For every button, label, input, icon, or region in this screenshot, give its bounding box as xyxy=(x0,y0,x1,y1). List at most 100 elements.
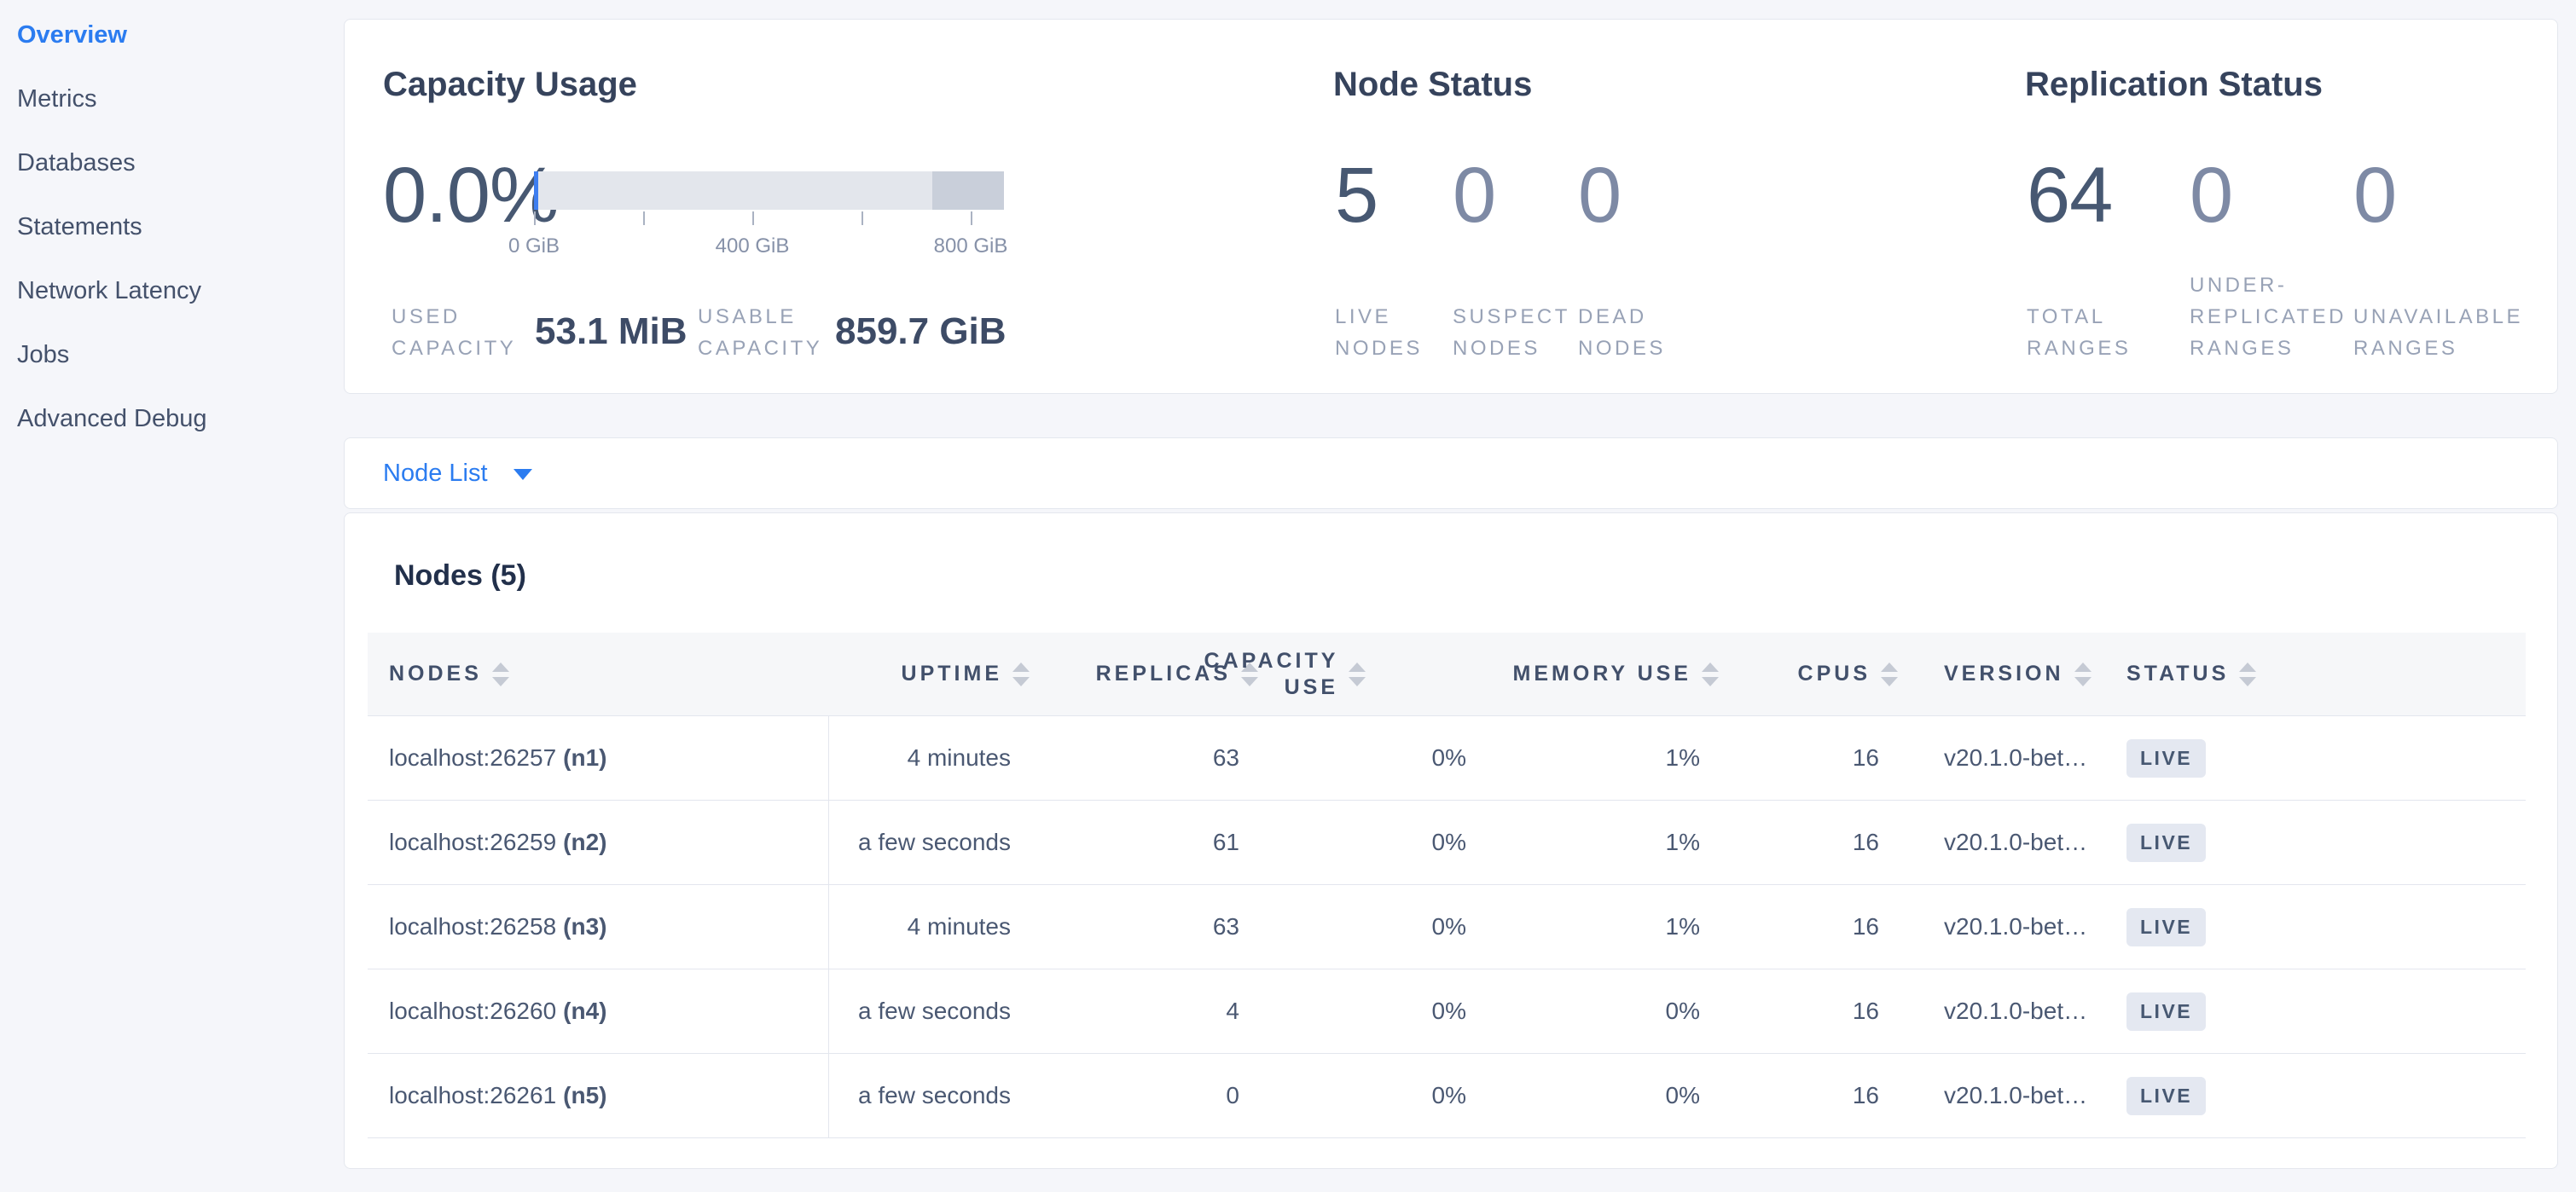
unavailable-ranges-count: 0 xyxy=(2353,156,2396,234)
live-nodes-label: LIVE NODES xyxy=(1335,301,1446,364)
sort-icon xyxy=(492,663,509,686)
capacity-gauge-reserved-segment xyxy=(932,171,1004,210)
gauge-tick xyxy=(534,211,536,225)
under-replicated-ranges-count: 0 xyxy=(2190,156,2232,234)
uptime-cell: a few seconds xyxy=(829,969,1036,1053)
cpus-cell: 16 xyxy=(1726,1054,1905,1137)
uptime-cell: 4 minutes xyxy=(829,885,1036,969)
column-header-nodes[interactable]: NODES xyxy=(368,661,829,687)
chevron-down-icon xyxy=(513,469,532,480)
table-row[interactable]: localhost:26257(n1) 4 minutes 63 0% 1% 1… xyxy=(368,716,2526,801)
cluster-summary-card: Capacity Usage 0.0% 0 GiB 400 GiB 800 Gi… xyxy=(344,19,2558,394)
sort-icon xyxy=(1349,663,1485,686)
sort-icon xyxy=(1012,663,1030,686)
table-row[interactable]: localhost:26259(n2) a few seconds 61 0% … xyxy=(368,801,2526,885)
capacity-gauge xyxy=(534,171,1004,210)
sort-icon xyxy=(2074,663,2092,686)
node-address-cell: localhost:26259(n2) xyxy=(368,801,829,884)
replicas-cell: 4 xyxy=(1036,969,1265,1053)
total-ranges-count: 64 xyxy=(2027,156,2112,234)
column-header-cpus[interactable]: CPUS xyxy=(1726,661,1905,687)
capacity-use-cell: 0% xyxy=(1265,885,1492,969)
column-header-capacity-use[interactable]: CAPACITY USE xyxy=(1265,648,1492,701)
sidebar-item-overview[interactable]: Overview xyxy=(0,3,344,67)
node-address-cell: localhost:26257(n1) xyxy=(368,716,829,800)
memory-use-cell: 0% xyxy=(1492,1054,1726,1137)
cpus-cell: 16 xyxy=(1726,885,1905,969)
node-address-cell: localhost:26258(n3) xyxy=(368,885,829,969)
memory-use-cell: 1% xyxy=(1492,885,1726,969)
replicas-cell: 0 xyxy=(1036,1054,1265,1137)
main-content: Capacity Usage 0.0% 0 GiB 400 GiB 800 Gi… xyxy=(344,19,2558,1169)
status-cell: LIVE xyxy=(2109,969,2526,1053)
nodes-card: Nodes (5) NODES UPTIME REPLICAS CAPACITY… xyxy=(344,512,2558,1169)
capacity-use-cell: 0% xyxy=(1265,716,1492,800)
gauge-tick-label: 800 GiB xyxy=(934,234,1008,258)
version-cell: v20.1.0-bet… xyxy=(1905,1054,2109,1137)
column-header-uptime[interactable]: UPTIME xyxy=(829,661,1036,687)
sidebar-item-advanced-debug[interactable]: Advanced Debug xyxy=(0,387,344,451)
cpus-cell: 16 xyxy=(1726,969,1905,1053)
status-cell: LIVE xyxy=(2109,885,2526,969)
nodes-heading: Nodes (5) xyxy=(394,561,526,590)
dead-nodes-count: 0 xyxy=(1578,156,1621,234)
capacity-use-cell: 0% xyxy=(1265,801,1492,884)
sidebar-item-network-latency[interactable]: Network Latency xyxy=(0,259,344,323)
nodes-table: NODES UPTIME REPLICAS CAPACITY USE MEMOR… xyxy=(368,633,2526,1138)
table-row[interactable]: localhost:26258(n3) 4 minutes 63 0% 1% 1… xyxy=(368,885,2526,969)
usable-capacity-label: USABLE CAPACITY xyxy=(698,301,817,364)
node-list-dropdown[interactable]: Node List xyxy=(383,460,532,488)
used-capacity-label: USED CAPACITY xyxy=(392,301,511,364)
uptime-cell: 4 minutes xyxy=(829,716,1036,800)
replicas-cell: 63 xyxy=(1036,885,1265,969)
table-row[interactable]: localhost:26260(n4) a few seconds 4 0% 0… xyxy=(368,969,2526,1054)
memory-use-cell: 1% xyxy=(1492,716,1726,800)
unavailable-ranges-label: UNAVAILABLE RANGES xyxy=(2353,301,2562,364)
status-badge: LIVE xyxy=(2126,992,2206,1031)
version-cell: v20.1.0-bet… xyxy=(1905,885,2109,969)
view-selector-card: Node List xyxy=(344,437,2558,509)
column-header-version[interactable]: VERSION xyxy=(1905,661,2109,687)
sort-icon xyxy=(1881,663,1898,686)
memory-use-cell: 1% xyxy=(1492,801,1726,884)
status-badge: LIVE xyxy=(2126,824,2206,862)
sidebar-item-jobs[interactable]: Jobs xyxy=(0,323,344,387)
column-header-status[interactable]: STATUS xyxy=(2109,661,2526,687)
status-badge: LIVE xyxy=(2126,1077,2206,1115)
sidebar-item-databases[interactable]: Databases xyxy=(0,131,344,195)
capacity-use-cell: 0% xyxy=(1265,1054,1492,1137)
total-ranges-label: TOTAL RANGES xyxy=(2027,301,2155,364)
table-row[interactable]: localhost:26261(n5) a few seconds 0 0% 0… xyxy=(368,1054,2526,1138)
cpus-cell: 16 xyxy=(1726,801,1905,884)
replication-status-title: Replication Status xyxy=(2025,67,2323,101)
sidebar-item-statements[interactable]: Statements xyxy=(0,195,344,259)
usable-capacity-value: 859.7 GiB xyxy=(835,313,1007,350)
version-cell: v20.1.0-bet… xyxy=(1905,801,2109,884)
column-header-memory-use[interactable]: MEMORY USE xyxy=(1492,661,1726,687)
status-badge: LIVE xyxy=(2126,908,2206,946)
nodes-table-header: NODES UPTIME REPLICAS CAPACITY USE MEMOR… xyxy=(368,633,2526,716)
live-nodes-count: 5 xyxy=(1335,156,1378,234)
node-status-title: Node Status xyxy=(1333,67,1532,101)
replicas-cell: 63 xyxy=(1036,716,1265,800)
sidebar: Overview Metrics Databases Statements Ne… xyxy=(0,0,344,1192)
suspect-nodes-count: 0 xyxy=(1453,156,1495,234)
sidebar-item-metrics[interactable]: Metrics xyxy=(0,67,344,131)
gauge-tick-label: 400 GiB xyxy=(716,234,790,258)
gauge-tick xyxy=(752,211,754,225)
under-replicated-ranges-label: UNDER-REPLICATED RANGES xyxy=(2190,269,2373,364)
gauge-tick xyxy=(862,211,863,225)
gauge-tick xyxy=(643,211,645,225)
node-address-cell: localhost:26260(n4) xyxy=(368,969,829,1053)
capacity-percent: 0.0% xyxy=(383,156,559,234)
capacity-gauge-usable-segment xyxy=(538,171,932,210)
version-cell: v20.1.0-bet… xyxy=(1905,969,2109,1053)
status-cell: LIVE xyxy=(2109,801,2526,884)
suspect-nodes-label: SUSPECT NODES xyxy=(1453,301,1564,364)
capacity-usage-title: Capacity Usage xyxy=(383,67,637,101)
gauge-tick-label: 0 GiB xyxy=(508,234,560,258)
replicas-cell: 61 xyxy=(1036,801,1265,884)
status-cell: LIVE xyxy=(2109,716,2526,800)
capacity-use-cell: 0% xyxy=(1265,969,1492,1053)
status-badge: LIVE xyxy=(2126,739,2206,778)
